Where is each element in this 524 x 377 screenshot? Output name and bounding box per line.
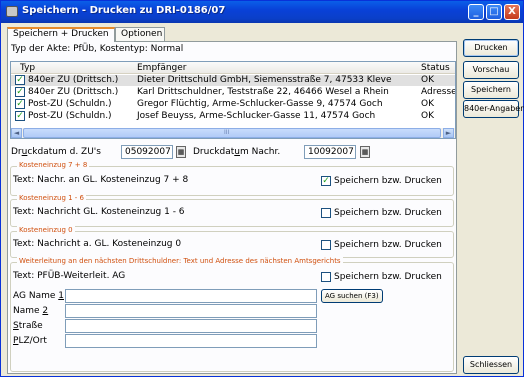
table-row[interactable]: ✓ Post-ZU (Schuldn.) Gregor Flüchtig, Ar… [11,99,455,110]
group-legend: Kosteneinzug 1 - 6 [17,194,87,202]
col-empfaenger-header[interactable]: Empfänger [137,63,187,73]
speichern-checkbox-label[interactable]: Speichern bzw. Drucken [334,176,442,186]
row-checkbox[interactable]: ✓ [15,99,25,109]
row-checkbox[interactable]: ✓ [15,87,25,97]
scroll-thumb[interactable]: III [23,128,441,138]
drucken-button[interactable]: Drucken [463,39,519,57]
row-status: OK [421,99,434,109]
title-bar[interactable]: Speichern - Drucken zu DRI-0186/07 _ □ X [1,1,523,23]
group-text: Text: Nachr. an GL. Kosteneinzug 7 + 8 [13,175,189,185]
scroll-grip-icon: III [224,129,230,136]
grid-header: Typ Empfänger Status [11,62,455,74]
row-checkbox[interactable]: ✓ [15,111,25,121]
row-empfaenger: Dieter Drittschuld GmbH, Siemensstraße 7… [137,75,392,85]
name2-label: Name 2 [13,306,49,316]
table-row[interactable]: ✓ Post-ZU (Schuldn.) Josef Beuyss, Arme-… [11,111,455,122]
table-row[interactable]: ✓ 840er ZU (Drittsch.) Dieter Drittschul… [11,75,455,86]
strasse-label: Straße [13,321,43,331]
schliessen-button[interactable]: Schliessen [463,356,519,374]
row-empfaenger: Josef Beuyss, Arme-Schlucker-Gasse 11, 4… [137,111,376,121]
row-typ: 840er ZU (Drittsch.) [28,75,119,85]
druckdatum-nachr-field[interactable]: 10092007 [304,145,356,159]
speichern-checkbox[interactable]: ✓ [321,176,331,186]
group-legend: Kosteneinzug 7 + 8 [17,161,90,169]
table-row[interactable]: ✓ 840er ZU (Drittsch.) Karl Drittschuldn… [11,87,456,98]
plz-ort-field[interactable] [65,334,317,348]
maximize-button[interactable]: □ [486,4,502,20]
calendar-zu-icon[interactable]: ▦ [176,146,186,158]
close-button[interactable]: X [504,4,520,20]
minimize-button[interactable]: _ [468,4,484,20]
row-checkbox[interactable]: ✓ [15,75,25,85]
recipient-grid[interactable]: Typ Empfänger Status ✓ 840er ZU (Drittsc… [10,61,456,139]
row-empfaenger: Karl Drittschuldner, Teststraße 22, 4646… [137,87,389,97]
group-legend: Kosteneinzug 0 [17,226,75,234]
speichern-checkbox[interactable] [321,208,331,218]
row-typ: 840er ZU (Drittsch.) [28,87,119,97]
group-legend: Weiterleitung an den nächsten Drittschul… [17,257,343,265]
group-text: Text: Nachricht a. GL. Kosteneinzug 0 [13,239,182,249]
window-title: Speichern - Drucken zu DRI-0186/07 [22,5,226,16]
dialog-window: Speichern - Drucken zu DRI-0186/07 _ □ X… [0,0,524,377]
ag-name-label: AG Name 1 [13,291,64,301]
840er-angaben-button[interactable]: 840er-Angaben [463,100,524,118]
druckdatum-zu-label: Druckdatum d. ZU's [11,147,101,157]
group-text: Text: Nachricht GL. Kosteneinzug 1 - 6 [13,207,185,217]
group-text: Text: PFÜB-Weiterleit. AG [13,271,126,281]
ag-name-field[interactable] [65,289,317,303]
scroll-right-icon[interactable]: ► [443,128,454,138]
row-typ: Post-ZU (Schuldn.) [28,99,112,109]
ag-suchen-button[interactable]: AG suchen (F3) [321,289,383,303]
row-status: OK [421,111,434,121]
calendar-nachr-icon[interactable]: ▦ [360,146,370,158]
plz-ort-label: PLZ/Ort [13,336,47,346]
row-status: OK [421,75,434,85]
app-icon [6,6,18,17]
row-status: Adresse [421,87,456,97]
speichern-checkbox[interactable] [321,240,331,250]
speichern-checkbox-label[interactable]: Speichern bzw. Drucken [334,272,442,282]
akte-info: Typ der Akte: PfÜb, Kostentyp: Normal [11,44,184,54]
col-status-header[interactable]: Status [421,63,450,73]
druckdatum-zu-field[interactable]: 05092007 [121,145,173,159]
col-typ-header[interactable]: Typ [20,63,35,73]
speichern-checkbox-label[interactable]: Speichern bzw. Drucken [334,208,442,218]
tab-speichern-drucken[interactable]: Speichern + Drucken [7,27,115,42]
strasse-field[interactable] [65,319,317,333]
row-typ: Post-ZU (Schuldn.) [28,111,112,121]
scroll-left-icon[interactable]: ◄ [11,128,22,138]
horizontal-scrollbar[interactable]: ◄ III ► [11,128,455,138]
speichern-checkbox[interactable] [321,272,331,282]
druckdatum-nachr-label: Druckdatum Nachr. [193,147,281,157]
vorschau-button[interactable]: Vorschau [463,61,519,79]
speichern-checkbox-label[interactable]: Speichern bzw. Drucken [334,240,442,250]
name2-field[interactable] [65,304,317,318]
tab-optionen[interactable]: Optionen [115,27,165,41]
row-empfaenger: Gregor Flüchtig, Arme-Schlucker-Gasse 9,… [137,99,383,109]
speichern-button[interactable]: Speichern [463,81,519,99]
